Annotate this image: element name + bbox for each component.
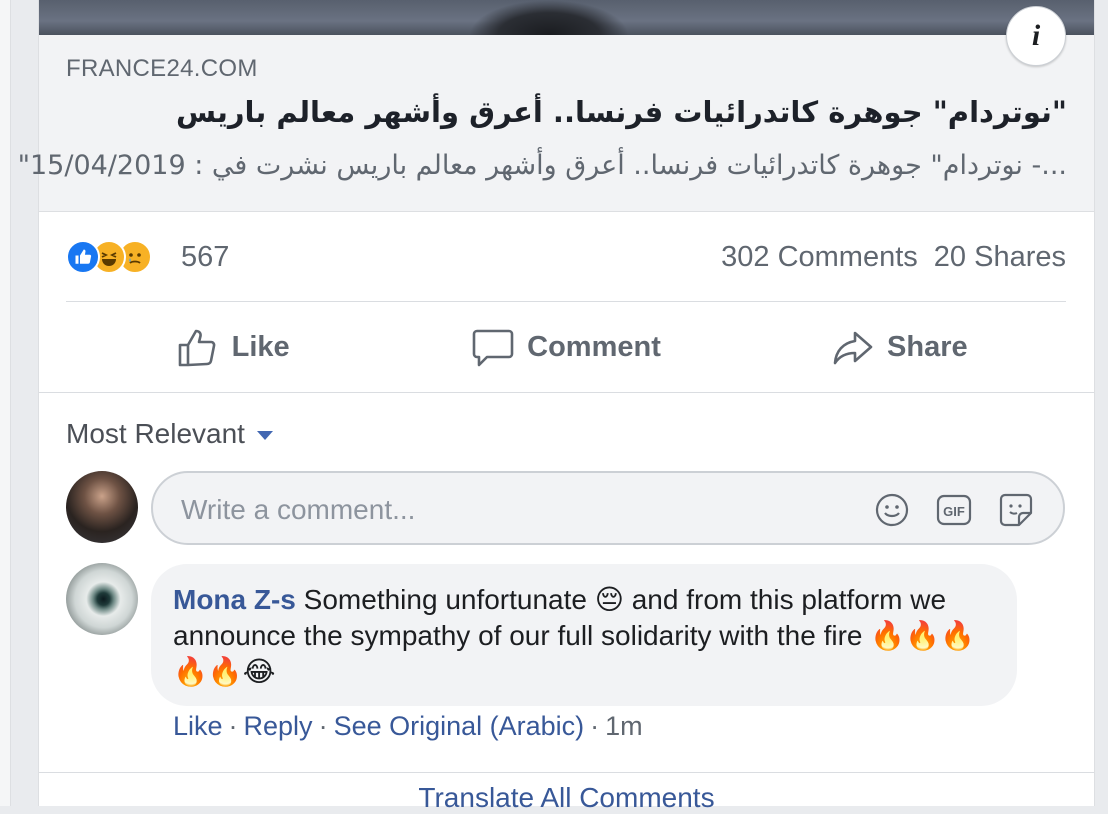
like-button-label: Like: [231, 330, 290, 363]
translate-all-comments-link[interactable]: Translate All Comments: [39, 782, 1094, 814]
reaction-count[interactable]: 567: [181, 241, 229, 274]
image-content: [469, 0, 629, 35]
link-domain: FRANCE24.COM: [66, 55, 258, 82]
comment-share-counts: 302 Comments 20 Shares: [721, 241, 1066, 274]
like-button[interactable]: Like: [66, 302, 399, 392]
divider: [39, 392, 1094, 393]
separator: ·: [318, 711, 328, 741]
comment-actions: Like · Reply · See Original (Arabic) · 1m: [173, 711, 643, 742]
thumbs-up-icon: [178, 329, 216, 367]
commenter-avatar[interactable]: [66, 563, 138, 635]
separator: ·: [228, 711, 238, 741]
comment-timestamp[interactable]: 1m: [605, 711, 643, 741]
like-reaction-icon: [66, 240, 100, 274]
sticker-icon[interactable]: [997, 491, 1035, 529]
share-button-label: Share: [887, 330, 968, 363]
comments-count[interactable]: 302 Comments: [721, 241, 918, 273]
share-arrow-icon: [833, 331, 873, 365]
emoji-icon[interactable]: [873, 491, 911, 529]
share-button[interactable]: Share: [733, 302, 1066, 392]
caret-down-icon: [256, 430, 273, 440]
comment-like-link[interactable]: Like: [173, 711, 223, 741]
current-user-avatar[interactable]: [66, 471, 138, 543]
comment-input[interactable]: [179, 489, 833, 531]
shares-count[interactable]: 20 Shares: [934, 241, 1066, 273]
info-icon[interactable]: i: [1006, 6, 1066, 66]
reactions-summary[interactable]: [66, 239, 152, 275]
comment-bubble: Mona Z-s Something unfortunate 😔 and fro…: [151, 564, 1017, 706]
comment-reply-link[interactable]: Reply: [244, 711, 313, 741]
see-original-link[interactable]: See Original (Arabic): [334, 711, 585, 741]
comment-bubble-icon: [472, 329, 514, 367]
gif-icon-label: GIF: [943, 504, 965, 519]
separator: ·: [590, 711, 600, 741]
sort-label: Most Relevant: [66, 418, 245, 449]
gif-icon[interactable]: GIF: [935, 491, 973, 529]
link-preview[interactable]: FRANCE24.COM "نوتردام" جوهرة كاتدرائيات …: [18, 35, 1094, 212]
link-title: "نوتردام" جوهرة كاتدرائيات فرنسا.. أعرق …: [175, 95, 1067, 129]
comment-button-label: Comment: [527, 330, 661, 363]
post-card: i FRANCE24.COM "نوتردام" جوهرة كاتدرائيا…: [18, 0, 1095, 813]
divider: [39, 772, 1094, 773]
comment-composer[interactable]: GIF: [151, 471, 1065, 545]
post-stats: 567 302 Comments 20 Shares: [66, 235, 1066, 281]
link-preview-image[interactable]: [39, 0, 1094, 35]
comment-author[interactable]: Mona Z-s: [173, 584, 296, 615]
comment-sort-dropdown[interactable]: Most Relevant: [66, 418, 273, 450]
link-description: ...- نوتردام" جوهرة كاتدرائيات فرنسا.. أ…: [17, 150, 1067, 181]
left-gutter: [0, 0, 11, 806]
post-actions: Like Comment Share: [66, 302, 1066, 392]
comment-button[interactable]: Comment: [399, 302, 732, 392]
